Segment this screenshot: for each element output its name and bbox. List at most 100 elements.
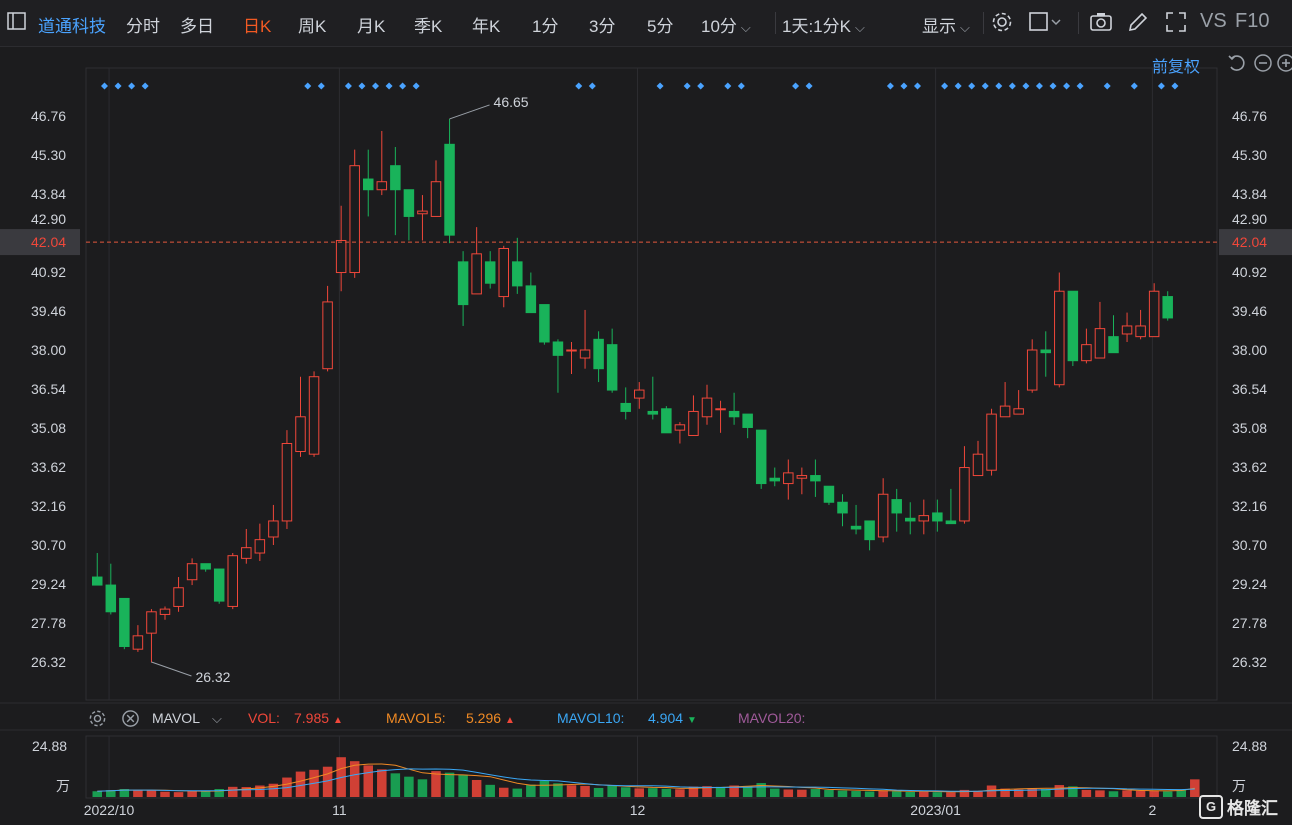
candle-body[interactable] <box>755 429 767 485</box>
volume-bar[interactable] <box>539 780 550 797</box>
candle-body[interactable] <box>227 555 238 607</box>
event-marker[interactable] <box>114 82 122 90</box>
event-marker[interactable] <box>981 82 989 90</box>
volume-bar[interactable] <box>444 772 455 797</box>
candle-body[interactable] <box>1162 296 1173 319</box>
vs-button[interactable]: VS <box>1200 10 1227 33</box>
stock-name[interactable]: 道通科技 <box>38 12 106 37</box>
period-quarterly[interactable]: 季K <box>414 12 442 37</box>
event-marker[interactable] <box>1130 82 1138 90</box>
candle-body[interactable] <box>146 611 157 634</box>
candle-body[interactable] <box>335 239 347 274</box>
candle-body[interactable] <box>742 413 753 428</box>
indicator-close-icon[interactable] <box>121 709 140 733</box>
event-marker[interactable] <box>1049 82 1057 90</box>
candle-body[interactable] <box>132 635 144 650</box>
event-marker[interactable] <box>344 82 352 90</box>
event-marker[interactable] <box>412 82 420 90</box>
volume-bar[interactable] <box>92 791 103 797</box>
event-marker[interactable] <box>1022 82 1030 90</box>
candle-body[interactable] <box>525 285 537 314</box>
candle-body[interactable] <box>268 520 279 538</box>
candle-body[interactable] <box>1067 290 1079 362</box>
candle-body[interactable] <box>200 563 211 570</box>
volume-bar[interactable] <box>377 769 387 797</box>
event-marker[interactable] <box>588 82 596 90</box>
volume-bar[interactable] <box>295 771 306 797</box>
volume-bar[interactable] <box>471 779 482 797</box>
candle-body[interactable] <box>566 349 577 352</box>
candle-body[interactable] <box>186 563 198 581</box>
candle-body[interactable] <box>376 181 388 191</box>
volume-bar[interactable] <box>526 784 536 797</box>
square-icon[interactable] <box>1028 10 1068 34</box>
period-daily[interactable]: 日K <box>243 12 271 37</box>
candle-body[interactable] <box>159 608 171 615</box>
candle-body[interactable] <box>647 410 659 415</box>
volume-bar[interactable] <box>1027 788 1037 797</box>
candle-body[interactable] <box>877 493 889 538</box>
candle-body[interactable] <box>850 525 862 530</box>
volume-bar[interactable] <box>1135 790 1146 797</box>
event-marker[interactable] <box>1171 82 1179 90</box>
candle-body[interactable] <box>430 181 442 217</box>
candle-body[interactable] <box>674 424 686 431</box>
candle-body[interactable] <box>945 520 957 525</box>
volume-bar[interactable] <box>932 792 943 797</box>
candle-body[interactable] <box>1135 325 1146 338</box>
period-10min[interactable]: 10分 ⌵ <box>701 12 751 37</box>
event-marker[interactable] <box>737 82 745 90</box>
candle-body[interactable] <box>1054 290 1065 386</box>
candle-body[interactable] <box>864 520 875 541</box>
candle-body[interactable] <box>308 376 320 455</box>
volume-bar[interactable] <box>173 792 184 797</box>
volume-bar[interactable] <box>363 765 374 797</box>
candle-body[interactable] <box>715 408 726 411</box>
volume-bar[interactable] <box>675 789 685 797</box>
volume-bar[interactable] <box>593 787 604 797</box>
event-markers[interactable] <box>101 82 1179 90</box>
event-marker[interactable] <box>128 82 136 90</box>
candle-body[interactable] <box>349 165 360 274</box>
candle-body[interactable] <box>959 467 970 522</box>
event-marker[interactable] <box>968 82 976 90</box>
volume-bar[interactable] <box>905 791 916 797</box>
candle-body[interactable] <box>634 389 645 399</box>
volume-bar[interactable] <box>891 791 902 797</box>
candle-body[interactable] <box>810 475 821 482</box>
candle-body[interactable] <box>213 568 225 602</box>
candle-body[interactable] <box>1026 349 1038 391</box>
volume-bar[interactable] <box>864 791 875 797</box>
candle-body[interactable] <box>254 539 266 554</box>
volume-bar[interactable] <box>417 779 428 797</box>
volume-bar[interactable] <box>634 788 645 797</box>
candle-body[interactable] <box>498 247 509 298</box>
candle-body[interactable] <box>390 165 401 191</box>
candle-body[interactable] <box>783 472 794 485</box>
event-marker[interactable] <box>1157 82 1165 90</box>
indicator-select[interactable]: MAVOL ⌵ <box>152 710 222 727</box>
candle-body[interactable] <box>1121 325 1133 335</box>
candle-body[interactable] <box>457 261 469 306</box>
candle-body[interactable] <box>281 442 293 522</box>
candle-body[interactable] <box>932 512 943 522</box>
volume-bar[interactable] <box>1162 791 1173 797</box>
event-marker[interactable] <box>683 82 691 90</box>
event-marker[interactable] <box>372 82 379 90</box>
volume-bar[interactable] <box>878 790 888 797</box>
candle-body[interactable] <box>119 597 130 648</box>
candle-body[interactable] <box>471 253 482 295</box>
volume-bar[interactable] <box>715 786 726 797</box>
camera-icon[interactable] <box>1089 10 1113 34</box>
candle-body[interactable] <box>1013 408 1024 415</box>
candle-body[interactable] <box>552 341 564 356</box>
event-marker[interactable] <box>141 82 149 90</box>
event-marker[interactable] <box>900 82 908 90</box>
volume-bar[interactable] <box>1122 790 1132 797</box>
candle-body[interactable] <box>606 344 618 391</box>
volume-bar[interactable] <box>607 785 617 797</box>
volume-bar[interactable] <box>851 791 861 797</box>
event-marker[interactable] <box>954 82 962 90</box>
volume-bar[interactable] <box>580 785 590 797</box>
event-marker[interactable] <box>1008 82 1016 90</box>
